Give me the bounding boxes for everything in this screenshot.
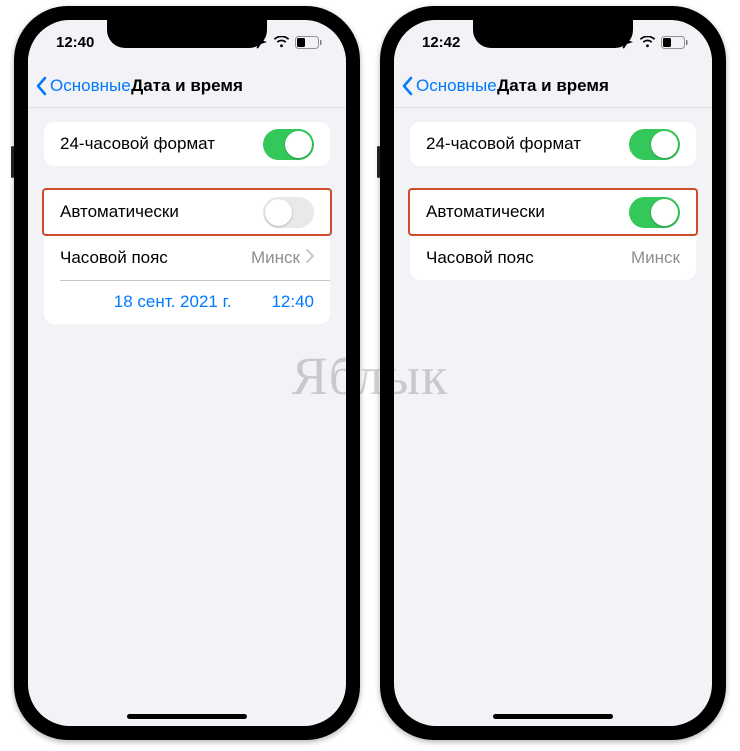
auto-toggle[interactable] bbox=[263, 197, 314, 228]
home-indicator bbox=[493, 714, 613, 719]
status-time: 12:42 bbox=[422, 34, 460, 51]
timezone-label: Часовой пояс bbox=[426, 248, 631, 268]
notch bbox=[473, 20, 633, 48]
format-group: 24-часовой формат bbox=[44, 122, 330, 166]
format24-row: 24-часовой формат bbox=[410, 122, 696, 166]
battery-icon bbox=[661, 36, 688, 49]
auto-group-highlighted: Автоматически bbox=[42, 188, 332, 236]
timezone-value: Минск bbox=[251, 248, 300, 268]
nav-back-button[interactable]: Основные bbox=[28, 76, 131, 96]
format24-toggle[interactable] bbox=[263, 129, 314, 160]
phone-frame: 12:40 ОсновныеДата и время 24-часовой форм… bbox=[14, 6, 360, 740]
date-value[interactable]: 18 сент. 2021 г. bbox=[114, 292, 232, 312]
home-indicator bbox=[127, 714, 247, 719]
timezone-row: Часовой поясМинск bbox=[410, 236, 696, 280]
wifi-icon bbox=[639, 36, 656, 48]
auto-label: Автоматически bbox=[60, 202, 263, 222]
chevron-left-icon bbox=[36, 76, 48, 96]
format24-label: 24-часовой формат bbox=[426, 134, 629, 154]
phone-screen: 12:42 ОсновныеДата и время 24-часовой форм… bbox=[394, 20, 712, 726]
auto-row: Автоматически bbox=[410, 190, 696, 234]
nav-title: Дата и время bbox=[497, 76, 609, 96]
auto-label: Автоматически bbox=[426, 202, 629, 222]
format24-label: 24-часовой формат bbox=[60, 134, 263, 154]
timezone-row[interactable]: Часовой поясМинск bbox=[44, 236, 330, 280]
nav-bar: ОсновныеДата и время bbox=[394, 64, 712, 108]
auto-row: Автоматически bbox=[44, 190, 330, 234]
chevron-right-icon bbox=[306, 249, 314, 263]
format24-toggle[interactable] bbox=[629, 129, 680, 160]
phone-frame: 12:42 ОсновныеДата и время 24-часовой форм… bbox=[380, 6, 726, 740]
auto-group-highlighted: Автоматически bbox=[408, 188, 698, 236]
wifi-icon bbox=[273, 36, 290, 48]
timezone-value: Минск bbox=[631, 248, 680, 268]
nav-back-button[interactable]: Основные bbox=[394, 76, 497, 96]
status-time: 12:40 bbox=[56, 34, 94, 51]
nav-back-label: Основные bbox=[50, 76, 131, 96]
timezone-label: Часовой пояс bbox=[60, 248, 251, 268]
timezone-group: Часовой поясМинск 18 сент. 2021 г. 12:40 bbox=[44, 236, 330, 324]
format-group: 24-часовой формат bbox=[410, 122, 696, 166]
chevron-left-icon bbox=[402, 76, 414, 96]
nav-back-label: Основные bbox=[416, 76, 497, 96]
notch bbox=[107, 20, 267, 48]
phone-screen: 12:40 ОсновныеДата и время 24-часовой форм… bbox=[28, 20, 346, 726]
format24-row: 24-часовой формат bbox=[44, 122, 330, 166]
timezone-group: Часовой поясМинск bbox=[410, 236, 696, 280]
time-value[interactable]: 12:40 bbox=[271, 292, 314, 312]
battery-icon bbox=[295, 36, 322, 49]
nav-bar: ОсновныеДата и время bbox=[28, 64, 346, 108]
nav-title: Дата и время bbox=[131, 76, 243, 96]
auto-toggle[interactable] bbox=[629, 197, 680, 228]
datetime-row[interactable]: 18 сент. 2021 г. 12:40 bbox=[44, 280, 330, 324]
